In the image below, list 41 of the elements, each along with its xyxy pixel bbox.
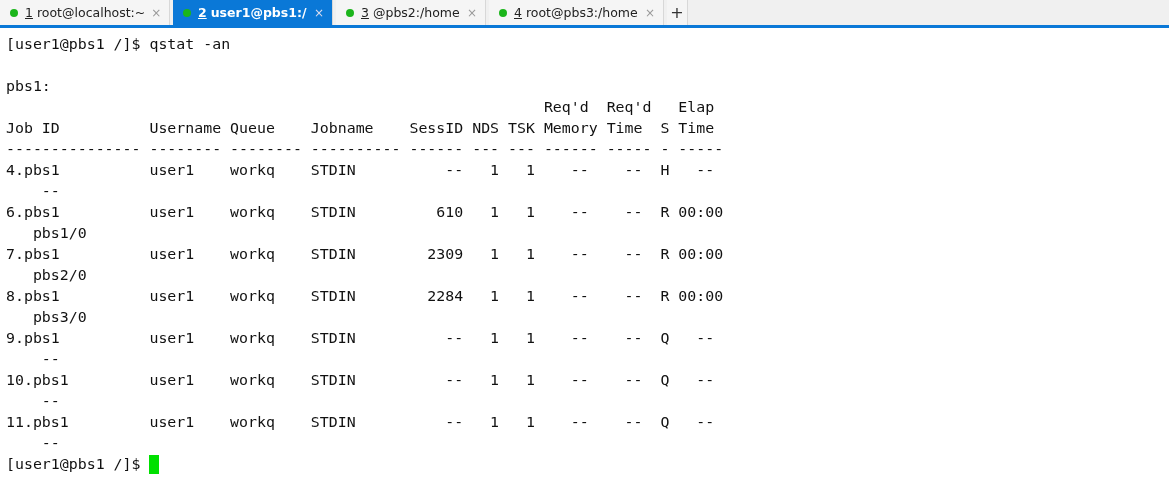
terminal-line: 11.pbs1 user1 workq STDIN -- 1 1 -- -- Q -- (6, 412, 716, 433)
terminal-line: -- (40, 433, 61, 454)
terminal-line: 4.pbs1 user1 workq STDIN -- 1 1 -- -- H -- (6, 160, 716, 181)
tab-number: 1 (25, 5, 33, 20)
terminal-line: 10.pbs1 user1 workq STDIN -- 1 1 -- -- Q -- (6, 370, 716, 391)
terminal-line: 9.pbs1 user1 workq STDIN -- 1 1 -- -- Q -- (6, 328, 716, 349)
tab-number: 2 (198, 5, 207, 20)
status-dot-icon (183, 8, 191, 17)
terminal-line: 8.pbs1 user1 workq STDIN 2284 1 1 -- -- R 00:00 (6, 286, 725, 307)
terminal-line: Req'd Req'd Elap (542, 97, 716, 118)
tab-title: root@localhost:~ (36, 5, 146, 20)
terminal-line: pbs1/0 (31, 223, 88, 244)
new-tab-button[interactable]: + (667, 0, 688, 25)
tab-title: root@pbs3:/home (525, 5, 639, 20)
terminal-line: Job ID Username Queue Jobname SessID NDS TSK Memory Time S Time (6, 118, 716, 139)
terminal-line: pbs3/0 (31, 307, 88, 328)
tab-title: user1@pbs1:/ (210, 5, 308, 20)
close-icon[interactable]: × (313, 5, 324, 20)
terminal-line: [user1@pbs1 /]$ qstat -an (6, 34, 232, 55)
terminal-line: pbs1: (6, 76, 52, 97)
close-icon[interactable]: × (466, 5, 477, 20)
tab-number: 3 (361, 5, 369, 20)
terminal-line: -- (40, 181, 61, 202)
terminal-line: 6.pbs1 user1 workq STDIN 610 1 1 -- -- R 00:00 (6, 202, 725, 223)
terminal-line: -- (40, 391, 61, 412)
tab[interactable]: 4 root@pbs3:/home × (489, 0, 664, 25)
terminal-line: -- (40, 349, 61, 370)
terminal-line: pbs2/0 (31, 265, 88, 286)
tab[interactable]: 3 @pbs2:/home × (336, 0, 486, 25)
status-dot-icon (499, 8, 507, 17)
status-dot-icon (10, 8, 18, 17)
close-icon[interactable]: × (644, 5, 655, 20)
tab-title: @pbs2:/home (372, 5, 461, 20)
close-icon[interactable]: × (151, 5, 162, 20)
status-dot-icon (346, 8, 354, 17)
terminal-prompt: [user1@pbs1 /]$ (6, 454, 142, 475)
tab-number: 4 (514, 5, 522, 20)
tab[interactable]: 1 root@localhost:~ × (0, 0, 170, 25)
terminal-line: 7.pbs1 user1 workq STDIN 2309 1 1 -- -- R 00:00 (6, 244, 725, 265)
terminal-line: --------------- -------- -------- ---------- ------ --- --- ------ ----- - ----- (6, 139, 725, 160)
tab[interactable]: 2 user1@pbs1:/ × (173, 0, 333, 25)
